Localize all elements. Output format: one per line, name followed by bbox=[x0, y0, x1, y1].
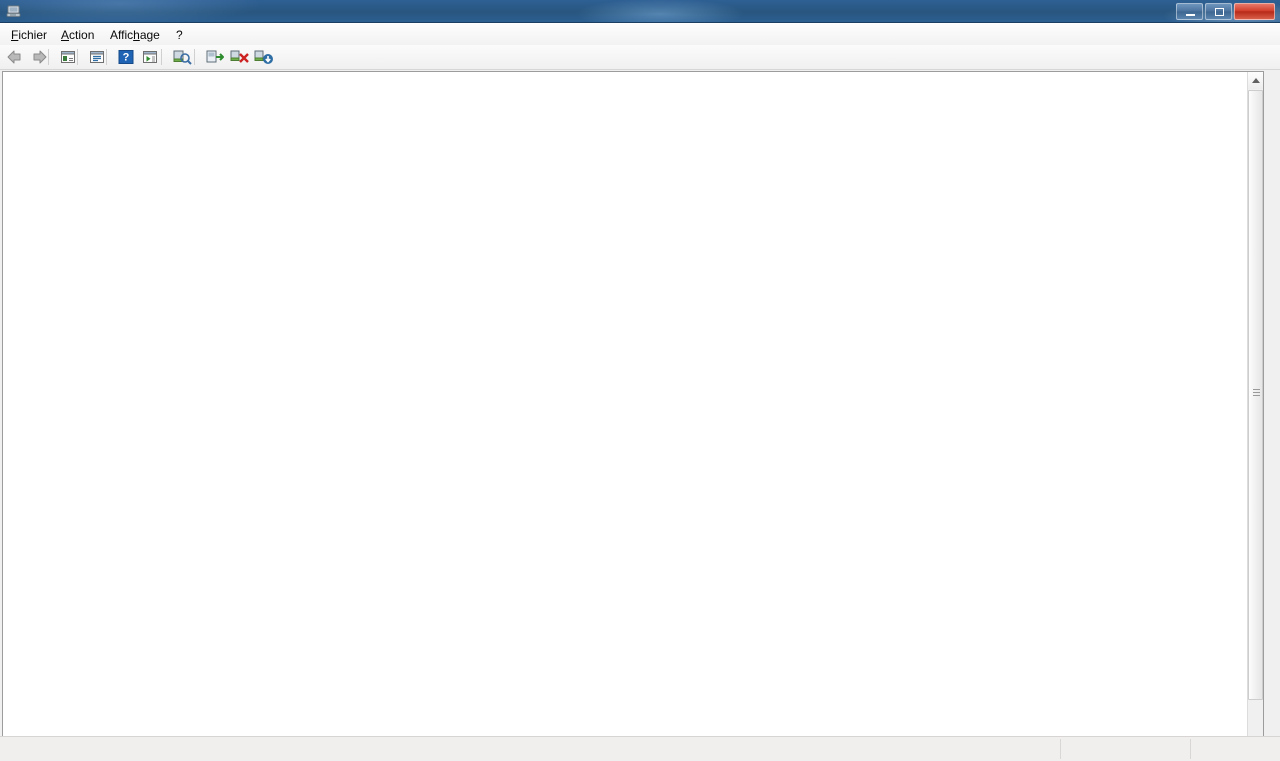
restore-icon bbox=[1206, 4, 1231, 19]
toolbar-separator bbox=[161, 49, 162, 65]
scroll-thumb[interactable] bbox=[1248, 90, 1263, 700]
status-separator bbox=[1190, 739, 1191, 759]
minimize-icon bbox=[1177, 4, 1202, 19]
menu-affichage[interactable]: Affichage bbox=[105, 27, 165, 43]
vertical-scrollbar[interactable] bbox=[1247, 72, 1263, 753]
disable-device-button[interactable] bbox=[251, 47, 273, 67]
status-separator bbox=[1060, 739, 1061, 759]
console-button[interactable] bbox=[139, 47, 161, 67]
menu-aide[interactable]: ? bbox=[171, 27, 188, 43]
status-bar bbox=[0, 736, 1280, 761]
device-tree-pane[interactable] bbox=[2, 71, 1264, 754]
client-area: Fichier Action Affichage ? ? bbox=[0, 23, 1280, 761]
minimize-button[interactable] bbox=[1176, 3, 1203, 20]
device-manager-window: Fichier Action Affichage ? ? bbox=[0, 0, 1280, 761]
toolbar: ? bbox=[0, 45, 1280, 70]
back-button[interactable] bbox=[4, 47, 26, 67]
help-button[interactable]: ? bbox=[115, 47, 137, 67]
close-button[interactable] bbox=[1234, 3, 1275, 20]
close-icon bbox=[1235, 4, 1274, 19]
scan-hardware-changes-button[interactable] bbox=[170, 47, 192, 67]
title-bar bbox=[0, 0, 1280, 23]
menu-bar: Fichier Action Affichage ? bbox=[0, 24, 1280, 45]
update-driver-button[interactable] bbox=[203, 47, 225, 67]
uninstall-device-button[interactable] bbox=[227, 47, 249, 67]
scroll-grip-icon bbox=[1253, 389, 1260, 396]
chevron-up-icon bbox=[1252, 78, 1260, 83]
menu-fichier[interactable]: Fichier bbox=[6, 27, 52, 43]
svg-text:?: ? bbox=[123, 52, 130, 64]
forward-button[interactable] bbox=[28, 47, 50, 67]
device-manager-icon bbox=[6, 3, 22, 19]
restore-button[interactable] bbox=[1205, 3, 1232, 20]
device-tree bbox=[3, 72, 1248, 753]
menu-action[interactable]: Action bbox=[56, 27, 99, 43]
properties-button[interactable] bbox=[57, 47, 79, 67]
scroll-up-arrow[interactable] bbox=[1248, 72, 1263, 89]
toolbar-separator bbox=[194, 49, 195, 65]
show-window-button[interactable] bbox=[86, 47, 108, 67]
